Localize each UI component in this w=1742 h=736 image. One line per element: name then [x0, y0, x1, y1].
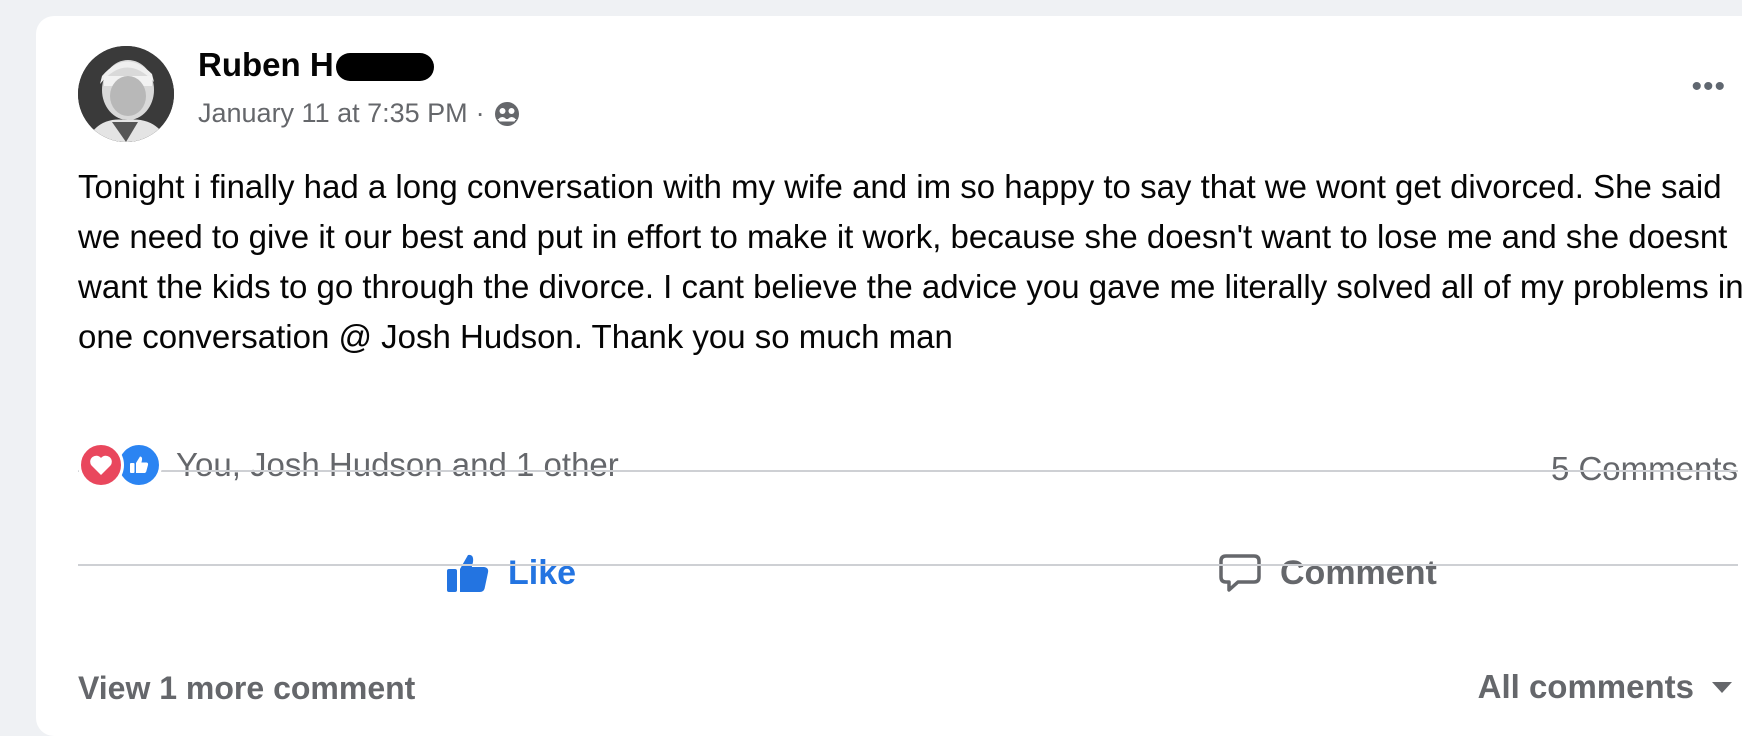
- divider-bottom: [78, 564, 1738, 566]
- author-name-text[interactable]: Ruben H: [198, 46, 334, 84]
- author-avatar[interactable]: [78, 46, 174, 142]
- like-label[interactable]: Like: [508, 554, 576, 593]
- reaction-icons: [78, 440, 168, 490]
- friends-icon[interactable]: [493, 100, 521, 128]
- divider-top: [78, 470, 1738, 472]
- view-more-comments-link[interactable]: View 1 more comment: [78, 670, 415, 707]
- more-options-button[interactable]: •••: [1691, 72, 1726, 102]
- like-button[interactable]: Like: [446, 552, 576, 594]
- post-meta: January 11 at 7:35 PM ·: [198, 98, 521, 129]
- reactions-text[interactable]: You, Josh Hudson and 1 other: [176, 446, 619, 484]
- heart-icon: [78, 442, 124, 488]
- comment-label[interactable]: Comment: [1280, 554, 1437, 593]
- comments-count[interactable]: 5 Comments: [1551, 450, 1738, 488]
- comment-filter-dropdown[interactable]: All comments: [1478, 668, 1732, 706]
- reactions-summary[interactable]: You, Josh Hudson and 1 other: [78, 440, 619, 490]
- author-name[interactable]: Ruben H: [198, 46, 434, 84]
- comment-icon: [1219, 554, 1261, 592]
- meta-separator: ·: [475, 98, 485, 128]
- caret-down-icon: [1712, 681, 1732, 693]
- redaction-mark: [335, 53, 434, 81]
- post-card: Ruben H January 11 at 7:35 PM · ••• Toni…: [36, 16, 1742, 736]
- comment-button[interactable]: Comment: [1218, 552, 1437, 594]
- thumbs-up-icon: [447, 554, 489, 592]
- post-timestamp[interactable]: January 11 at 7:35 PM: [198, 98, 468, 129]
- post-body: Tonight i finally had a long conversatio…: [78, 168, 1742, 355]
- comment-filter-label[interactable]: All comments: [1478, 668, 1694, 706]
